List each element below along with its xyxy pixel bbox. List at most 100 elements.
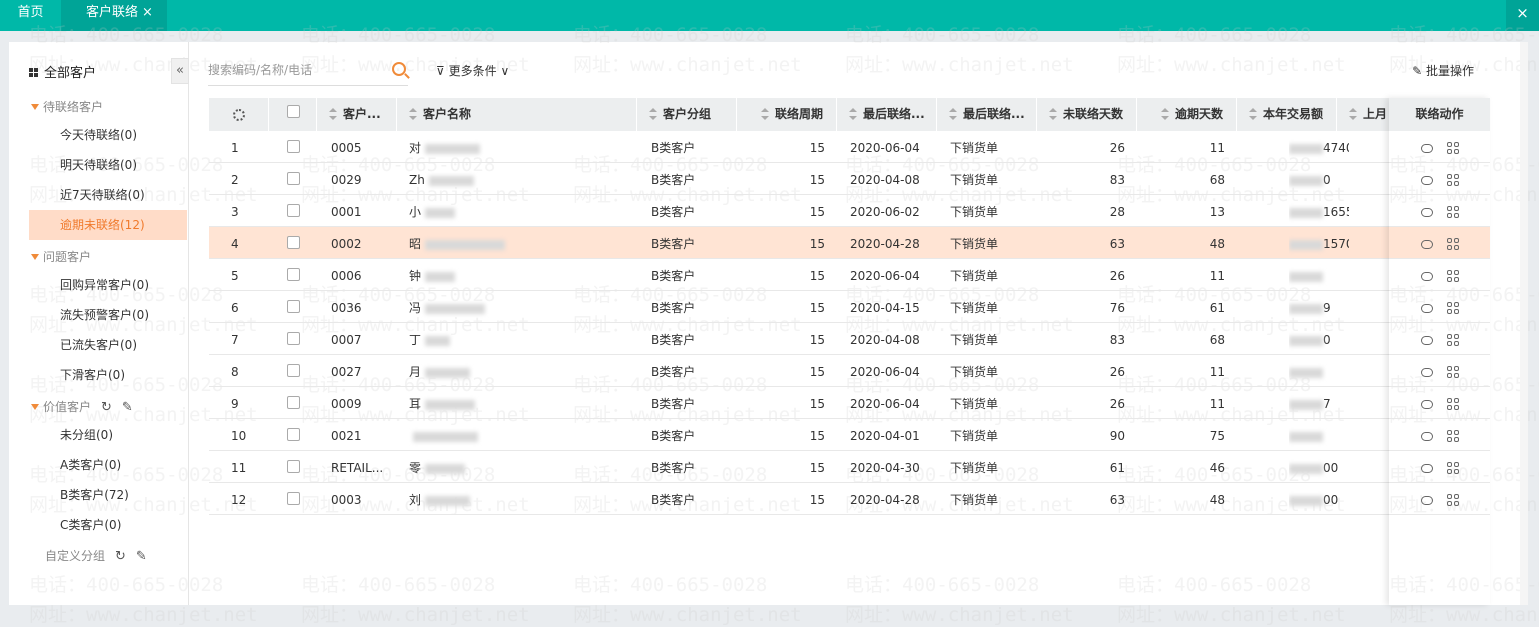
sort-icon[interactable] xyxy=(1161,108,1169,120)
group-value-customers[interactable]: 价值客户 ↻ ✎ xyxy=(31,398,133,415)
all-customers-header[interactable]: 全部客户 xyxy=(29,62,96,81)
row-checkbox[interactable] xyxy=(287,460,300,473)
sidebar-item-ungrouped[interactable]: 未分组(0) xyxy=(29,420,187,450)
edit-icon[interactable]: ✎ xyxy=(122,400,133,415)
group-pending-contact[interactable]: 待联络客户 xyxy=(31,98,103,115)
cell-name[interactable]: Zh xyxy=(409,163,629,195)
header-last-action[interactable]: 最后联络... xyxy=(937,98,1037,131)
header-name[interactable]: 客户名称 xyxy=(397,98,637,131)
row-checkbox[interactable] xyxy=(287,172,300,185)
refresh-icon[interactable]: ↻ xyxy=(115,549,126,564)
window-close-icon[interactable]: × xyxy=(1506,0,1539,31)
cell-name[interactable]: 丁 xyxy=(409,323,629,355)
gear-icon[interactable] xyxy=(233,109,245,121)
cell-name[interactable]: 耳 xyxy=(409,387,629,419)
cell-name[interactable] xyxy=(409,419,629,451)
row-checkbox[interactable] xyxy=(287,364,300,377)
sidebar-item-class-a[interactable]: A类客户(0) xyxy=(29,450,187,480)
sidebar-item-churn-warning[interactable]: 流失预警客户(0) xyxy=(29,300,187,330)
cell-name[interactable]: 刘 xyxy=(409,483,629,515)
row-checkbox[interactable] xyxy=(287,492,300,505)
batch-operation-button[interactable]: ✎ 批量操作 xyxy=(1412,62,1474,79)
cell-cycle: 15 xyxy=(809,205,825,219)
vertical-scrollbar[interactable] xyxy=(1520,42,1528,605)
sidebar-item-churned[interactable]: 已流失客户(0) xyxy=(29,330,187,360)
search-input[interactable] xyxy=(208,56,378,84)
row-checkbox[interactable] xyxy=(287,300,300,313)
group-problem-customers[interactable]: 问题客户 xyxy=(31,248,91,265)
row-checkbox[interactable] xyxy=(287,332,300,345)
collapse-sidebar-button[interactable]: « xyxy=(171,58,189,84)
row-checkbox[interactable] xyxy=(287,204,300,217)
header-year-amount[interactable]: 本年交易额 xyxy=(1237,98,1337,131)
sort-icon[interactable] xyxy=(761,108,769,120)
table-row[interactable]: 2 0029 Zh B类客户 15 2020-04-08 下销货单 83 68 0 xyxy=(209,163,1490,195)
table-row[interactable]: 6 0036 冯 B类客户 15 2020-04-15 下销货单 76 61 9 xyxy=(209,291,1490,323)
table-row[interactable]: 4 0002 昭 B类客户 15 2020-04-28 下销货单 63 48 1570.00 xyxy=(209,227,1490,259)
cell-year-amount: 9 xyxy=(1289,291,1349,323)
select-all-checkbox[interactable] xyxy=(287,105,300,118)
cell-name[interactable]: 小 xyxy=(409,195,629,227)
cell-days-no-contact: 26 xyxy=(1109,269,1125,283)
sidebar-item-7days[interactable]: 近7天待联络(0) xyxy=(29,180,187,210)
sidebar-item-today[interactable]: 今天待联络(0) xyxy=(29,120,187,150)
header-last-date[interactable]: 最后联络... xyxy=(837,98,937,131)
cell-days-overdue: 11 xyxy=(1209,141,1225,155)
main-panel: 电话：400-665-0028 网址：www.chanjet.net 电话：400-… xyxy=(9,24,1539,626)
cell-name[interactable]: 冯 xyxy=(409,291,629,323)
sort-icon[interactable] xyxy=(409,108,417,120)
row-checkbox[interactable] xyxy=(287,236,300,249)
sidebar-item-overdue[interactable]: 逾期未联络(12) xyxy=(29,210,187,240)
cell-code: 0003 xyxy=(331,493,362,507)
sort-icon[interactable] xyxy=(329,108,337,120)
header-days-overdue[interactable]: 逾期天数 xyxy=(1137,98,1237,131)
sidebar-item-class-c[interactable]: C类客户(0) xyxy=(29,510,187,540)
watermark-phone: 电话：400-665-0028 xyxy=(301,574,496,596)
tab-customer-contact[interactable]: 客户联络 × xyxy=(61,0,167,31)
table-row[interactable]: 12 0003 刘 B类客户 15 2020-04-28 下销货单 63 48 00 xyxy=(209,483,1490,515)
sidebar-item-tomorrow[interactable]: 明天待联络(0) xyxy=(29,150,187,180)
table-row[interactable]: 11 RETAIL... 零 B类客户 15 2020-04-30 下销货单 61 46 00 xyxy=(209,451,1490,483)
table-row[interactable]: 10 0021 B类客户 15 2020-04-01 下销货单 90 75 xyxy=(209,419,1490,451)
header-cycle[interactable]: 联络周期 xyxy=(737,98,837,131)
row-checkbox[interactable] xyxy=(287,140,300,153)
header-code[interactable]: 客户... xyxy=(317,98,397,131)
cell-group: B类客户 xyxy=(651,301,696,315)
sort-icon[interactable] xyxy=(1249,108,1257,120)
more-conditions-button[interactable]: ⊽ 更多条件 ∨ xyxy=(436,62,509,79)
cell-name[interactable]: 钟 xyxy=(409,259,629,291)
edit-icon[interactable]: ✎ xyxy=(136,549,147,564)
custom-group[interactable]: 自定义分组 ↻ ✎ xyxy=(45,547,147,564)
row-checkbox[interactable] xyxy=(287,396,300,409)
sidebar-item-declining[interactable]: 下滑客户(0) xyxy=(29,360,187,390)
table-row[interactable]: 5 0006 钟 B类客户 15 2020-06-04 下销货单 26 11 xyxy=(209,259,1490,291)
table-row[interactable]: 1 0005 对 B类客户 15 2020-06-04 下销货单 26 11 4740.00 xyxy=(209,131,1490,163)
header-days-no-contact[interactable]: 未联络天数 xyxy=(1037,98,1137,131)
table-row[interactable]: 8 0027 月 B类客户 15 2020-06-04 下销货单 26 11 xyxy=(209,355,1490,387)
table-row[interactable]: 3 0001 小 B类客户 15 2020-06-02 下销货单 28 13 1655.00 xyxy=(209,195,1490,227)
header-group[interactable]: 客户分组 xyxy=(637,98,737,131)
tab-home[interactable]: 首页 xyxy=(0,0,61,31)
sort-icon[interactable] xyxy=(949,108,957,120)
cell-name[interactable]: 零 xyxy=(409,451,629,483)
table-row[interactable]: 9 0009 耳 B类客户 15 2020-06-04 下销货单 26 11 7 xyxy=(209,387,1490,419)
sort-icon[interactable] xyxy=(1049,108,1057,120)
column-settings[interactable] xyxy=(209,98,269,131)
sort-icon[interactable] xyxy=(649,108,657,120)
sidebar-item-class-b[interactable]: B类客户(72) xyxy=(29,480,187,510)
cell-days-overdue: 68 xyxy=(1209,173,1225,187)
cell-name[interactable]: 对 xyxy=(409,131,629,163)
row-checkbox[interactable] xyxy=(287,428,300,441)
table-row[interactable]: 7 0007 丁 B类客户 15 2020-04-08 下销货单 83 68 0 xyxy=(209,323,1490,355)
row-checkbox[interactable] xyxy=(287,268,300,281)
cell-name[interactable]: 昭 xyxy=(409,227,629,259)
refresh-icon[interactable]: ↻ xyxy=(101,400,112,415)
sidebar-item-repurchase-abnormal[interactable]: 回购异常客户(0) xyxy=(29,270,187,300)
sort-icon[interactable] xyxy=(1349,108,1357,120)
cell-last-date: 2020-04-28 xyxy=(850,493,920,507)
sort-icon[interactable] xyxy=(849,108,857,120)
cell-name[interactable]: 月 xyxy=(409,355,629,387)
header-last-month[interactable]: 上月 xyxy=(1337,98,1397,131)
search-icon[interactable] xyxy=(392,62,406,76)
tab-close-icon[interactable]: × xyxy=(142,5,153,20)
